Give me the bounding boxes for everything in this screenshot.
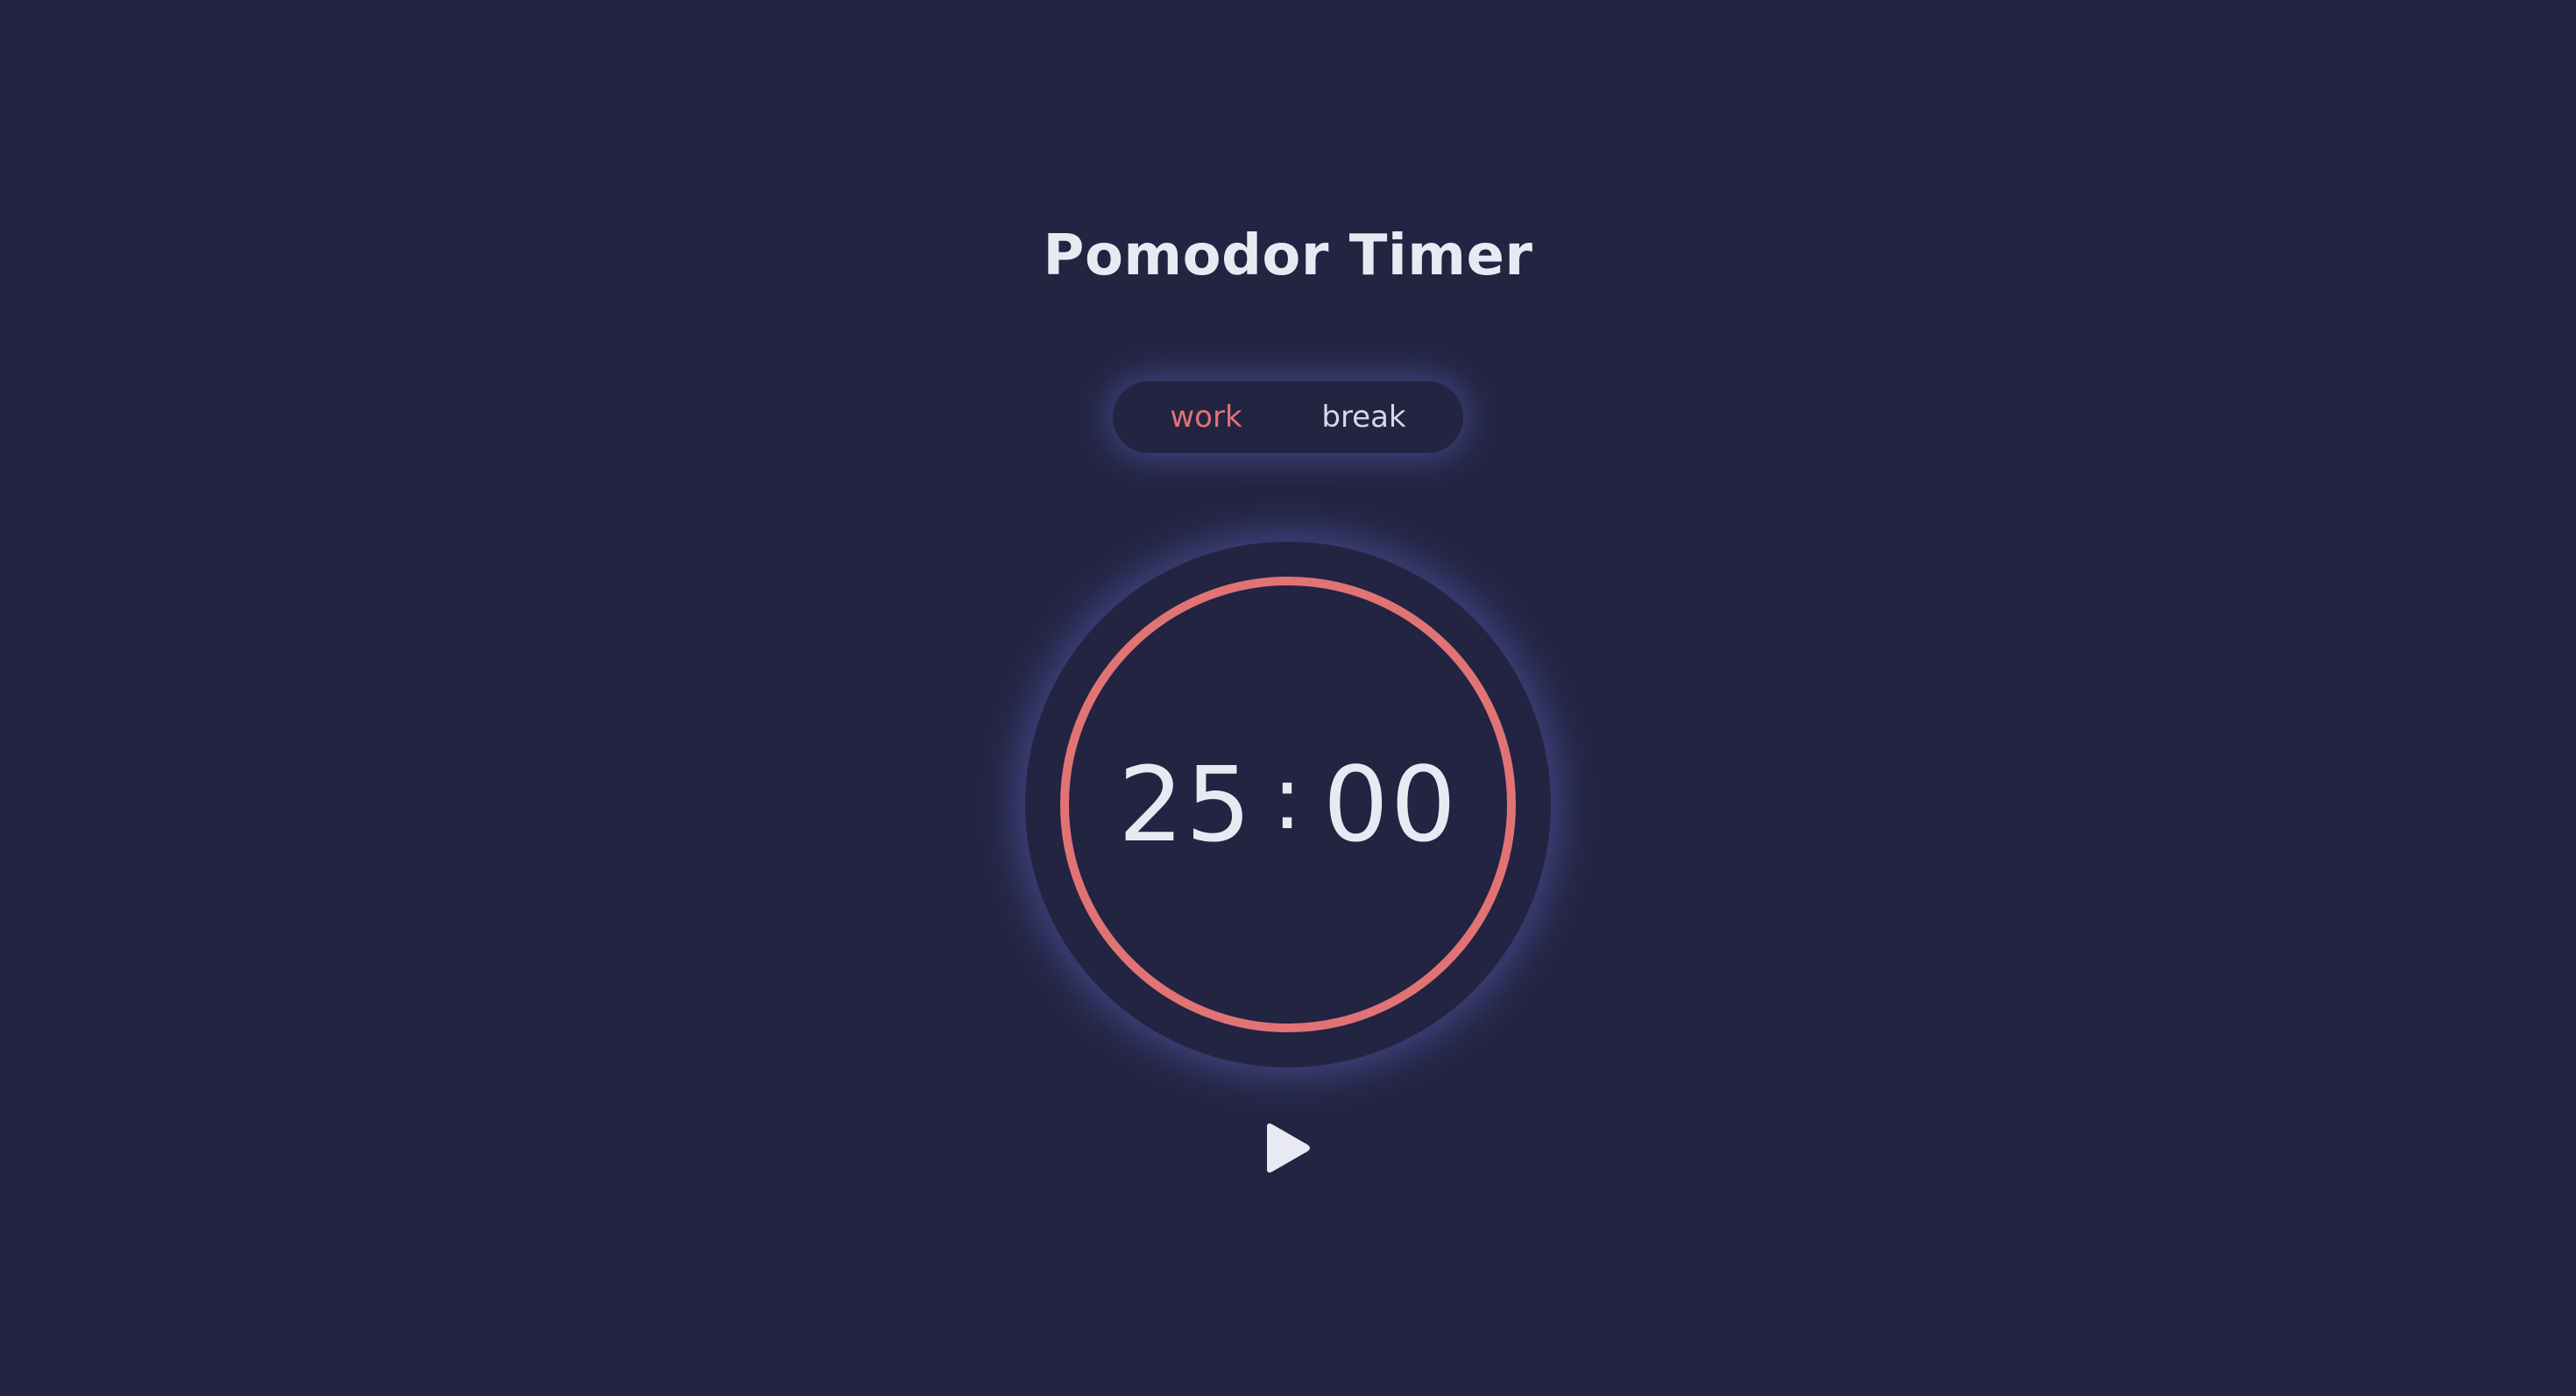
time-minutes: 25 <box>1117 744 1254 865</box>
time-display: 25 : 00 <box>1025 542 1551 1067</box>
time-separator: : <box>1272 746 1304 849</box>
pomodoro-app: Pomodor Timer work break 25 : 00 <box>0 0 2576 1396</box>
mode-option-break[interactable]: break <box>1304 381 1423 453</box>
time-seconds: 00 <box>1322 744 1458 865</box>
play-button[interactable] <box>1262 1120 1314 1176</box>
mode-option-work[interactable]: work <box>1152 381 1259 453</box>
mode-toggle: work break <box>1113 381 1463 453</box>
play-icon <box>1267 1123 1310 1173</box>
timer-dial: 25 : 00 <box>1025 542 1551 1067</box>
page-title: Pomodor Timer <box>1043 223 1533 288</box>
